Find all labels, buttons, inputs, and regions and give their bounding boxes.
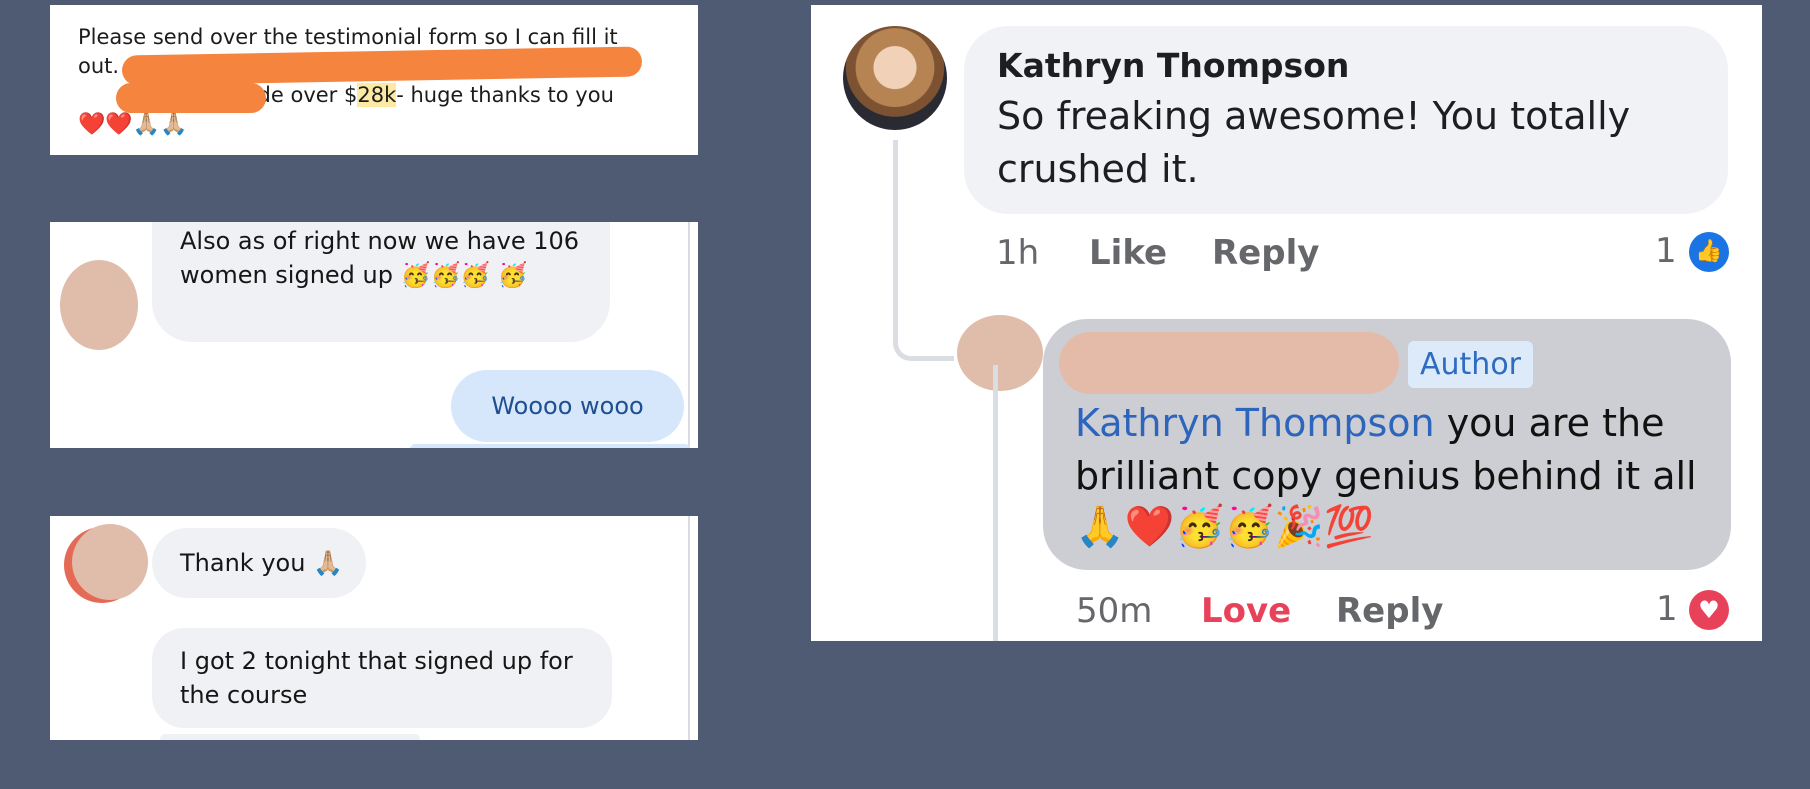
email-line-1: Please send over the testimonial form so… — [78, 25, 618, 49]
messenger-card-thanks: Thank you 🙏🏼 I got 2 tonight that signed… — [50, 516, 698, 740]
outgoing-message-text: Woooo wooo — [491, 392, 644, 420]
amount-highlight: 28k — [357, 83, 397, 107]
messenger-card-signups: Also as of right now we have 106 women s… — [50, 222, 698, 448]
redaction-scribble — [116, 83, 266, 113]
reaction-count: 1 — [1655, 231, 1677, 271]
commenter-name[interactable]: Kathryn Thompson — [997, 46, 1349, 85]
thread-connector-line — [893, 140, 954, 361]
signup-message-text: I got 2 tonight that signed up for the c… — [180, 647, 573, 709]
love-button[interactable]: Love — [1201, 591, 1291, 631]
author-badge: Author — [1408, 341, 1534, 388]
comment-text: So freaking awesome! You totally crushed… — [997, 94, 1631, 191]
scrollbar-edge — [688, 222, 690, 448]
commenter-avatar[interactable] — [843, 26, 947, 130]
reply-emoji-row: 🙏❤️🥳🥳🎉💯 — [1075, 504, 1374, 550]
next-bubble-edge — [160, 734, 420, 740]
thumbs-up-icon[interactable]: 👍 — [1689, 232, 1729, 272]
mention-link[interactable]: Kathryn Thompson — [1075, 401, 1435, 445]
thanks-message-text: Thank you 🙏🏼 — [180, 549, 343, 577]
like-button[interactable]: Like — [1089, 233, 1167, 273]
email-testimonial-card: Please send over the testimonial form so… — [50, 5, 698, 155]
comment-timestamp[interactable]: 1h — [996, 233, 1039, 273]
next-bubble-edge — [410, 444, 690, 448]
outgoing-message-bubble: Woooo wooo — [451, 370, 684, 442]
avatar-cover — [72, 524, 148, 600]
email-line-2: out. — [78, 54, 120, 78]
reply-button[interactable]: Reply — [1212, 233, 1319, 273]
message-bubble-signups: I got 2 tonight that signed up for the c… — [152, 628, 612, 728]
replier-avatar[interactable] — [957, 315, 1043, 391]
comment-bubble: Kathryn Thompson So freaking awesome! Yo… — [964, 26, 1728, 214]
message-bubble-thanks: Thank you 🙏🏼 — [152, 528, 366, 598]
incoming-message-text: Also as of right now we have 106 women s… — [180, 227, 580, 289]
redacted-name — [1059, 332, 1399, 394]
reply-thread-line — [993, 365, 998, 641]
facebook-comment-card: Kathryn Thompson So freaking awesome! Yo… — [811, 5, 1762, 641]
reply-reaction-count: 1 — [1656, 589, 1678, 629]
reply-timestamp[interactable]: 50m — [1076, 591, 1152, 631]
scrollbar-edge — [688, 516, 690, 740]
incoming-message-bubble: Also as of right now we have 106 women s… — [152, 222, 610, 342]
avatar — [60, 260, 138, 350]
heart-icon[interactable]: ♥ — [1689, 590, 1729, 630]
reply-text: Kathryn Thompson you are the brilliant c… — [1075, 397, 1715, 503]
email-emoji-row: ❤️❤️🙏🏼🙏🏼 — [78, 112, 188, 137]
email-line-3-suffix: - huge thanks to you — [396, 83, 614, 107]
reply-button-2[interactable]: Reply — [1336, 591, 1443, 631]
reply-bubble: Author Kathryn Thompson you are the bril… — [1043, 319, 1731, 570]
